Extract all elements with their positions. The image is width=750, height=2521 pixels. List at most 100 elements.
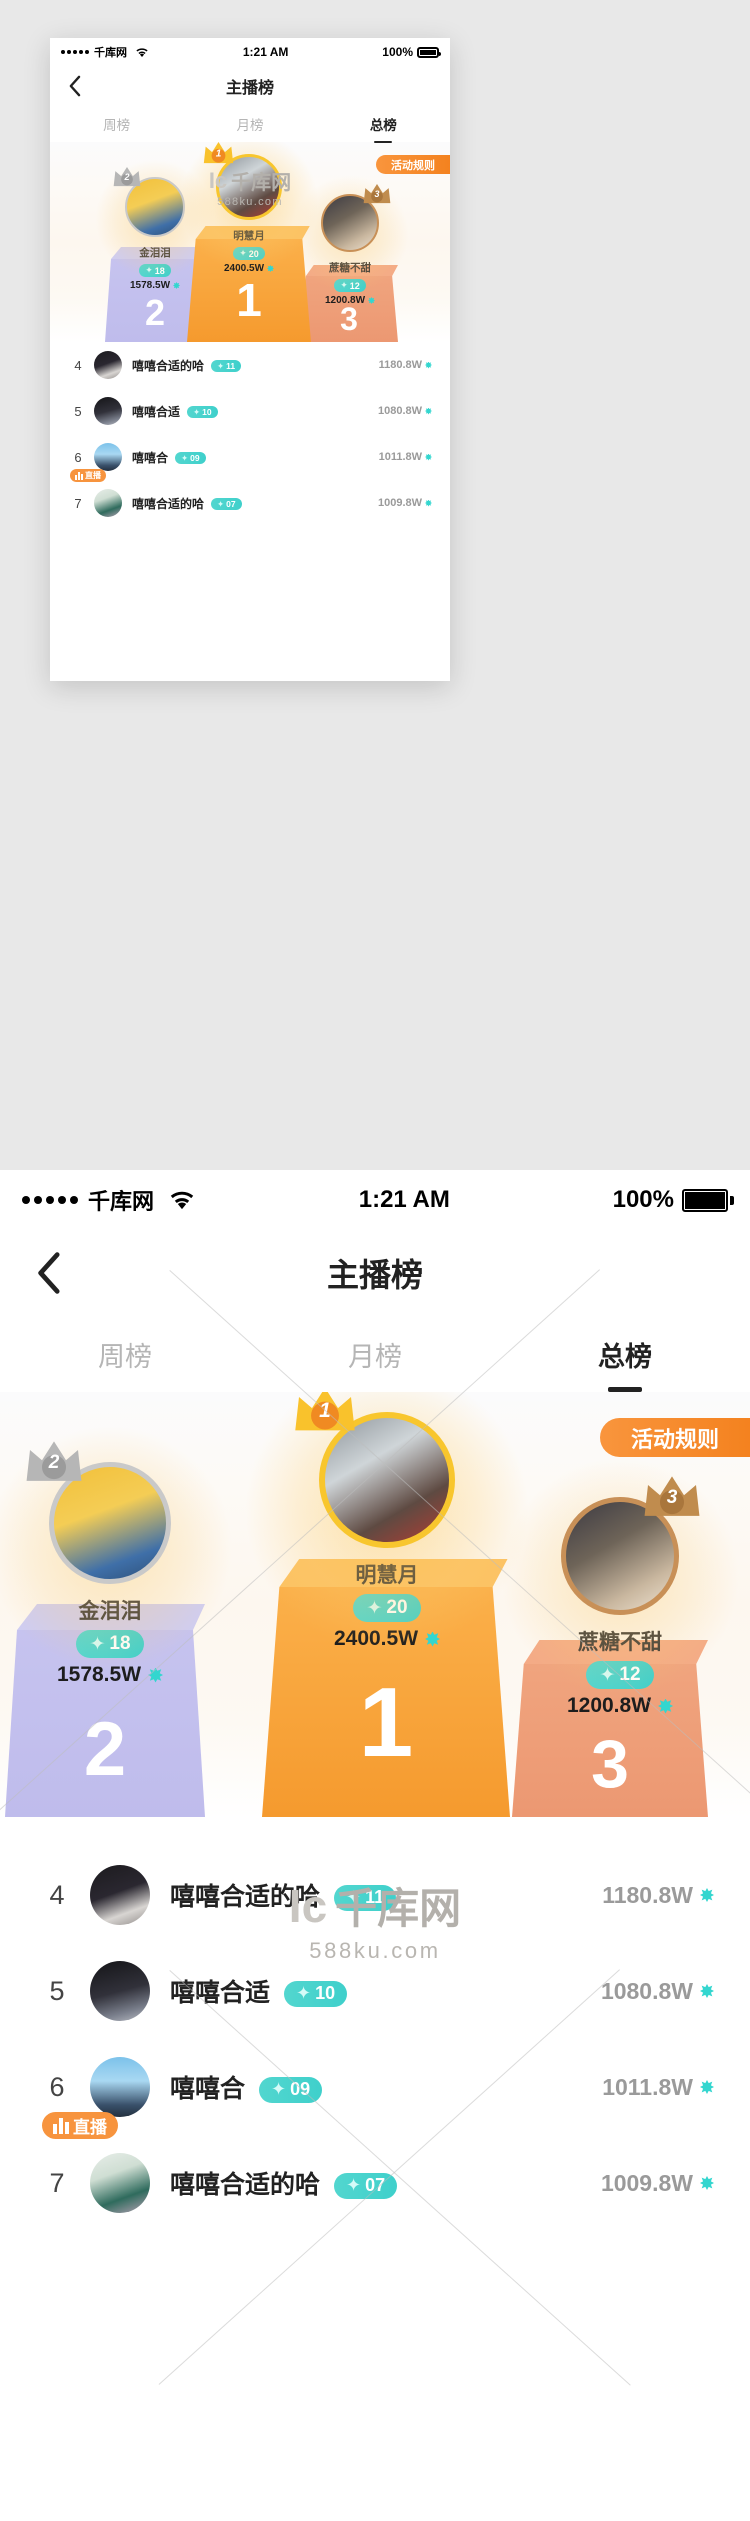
avatar[interactable]	[94, 351, 122, 379]
tab-total[interactable]: 总榜	[317, 114, 450, 143]
tab-active-underline	[374, 140, 393, 143]
ranking-list: 4 嘻嘻合适的哈 ✦ 11 1180.8W 5 嘻嘻合适 ✦ 10 1080.8W …	[0, 1817, 750, 2521]
tab-total-label: 总榜	[598, 1341, 652, 1372]
row-score: 1011.8W	[379, 451, 432, 463]
tab-bar: 周榜 月榜 总榜	[0, 1316, 750, 1392]
avatar-wrap-2[interactable]: 2	[26, 1441, 171, 1584]
phone-preview-large: 千库网 1:21 AM 100% 主播榜 周榜 月榜 总榜 活动规则 2 3 1…	[0, 1170, 750, 2521]
row-level: ✦ 11	[334, 1884, 397, 1911]
wifi-icon	[135, 47, 149, 58]
row-level: ✦ 11	[211, 360, 242, 372]
gem-icon	[425, 499, 432, 507]
avatar-wrap-1[interactable]: 1	[295, 1392, 455, 1548]
gem-icon	[700, 1984, 714, 1998]
gold-crown-icon: 1	[202, 142, 235, 166]
row-score: 1011.8W	[602, 2074, 714, 2101]
avatar[interactable]	[90, 2057, 150, 2117]
row-score: 1080.8W	[378, 405, 432, 417]
tab-month-label: 月榜	[348, 1341, 402, 1372]
back-button[interactable]	[60, 72, 88, 100]
sparkle-icon: ✦	[181, 452, 189, 463]
tab-month[interactable]: 月榜	[250, 1335, 500, 1374]
avatar[interactable]	[94, 489, 122, 517]
row-level-value: 09	[190, 453, 200, 463]
bronze-crown-icon: 3	[362, 182, 392, 206]
row-username: 嘻嘻合	[132, 450, 169, 465]
row-username: 嘻嘻合适的哈	[132, 496, 205, 511]
gem-icon	[173, 282, 181, 289]
row-rank: 5	[49, 1975, 65, 2006]
row-rank: 7	[49, 2167, 65, 2198]
table-row[interactable]: 6 直播 嘻嘻合 ✦ 09 1011.8W	[50, 434, 450, 482]
gem-icon	[148, 1667, 164, 1683]
tab-bar: 周榜 月榜 总榜	[50, 106, 450, 143]
sparkle-icon: ✦	[346, 1887, 362, 1907]
row-level-value: 10	[315, 1983, 336, 2003]
row-score-value: 1011.8W	[378, 451, 422, 463]
row-score-value: 1180.8W	[378, 359, 422, 371]
avatar[interactable]	[90, 2153, 150, 2213]
row-level-value: 07	[226, 499, 236, 509]
podium-winner-2: 2 金泪泪 ✦18 1578.5W	[0, 1425, 233, 1687]
activity-rule-button[interactable]: 活动规则	[376, 155, 450, 174]
status-bar-left: 千库网	[61, 44, 149, 60]
tab-total[interactable]: 总榜	[500, 1335, 750, 1392]
clock: 1:21 AM	[358, 1186, 450, 1213]
row-username: 嘻嘻合适的哈	[170, 2171, 321, 2199]
avatar[interactable]	[90, 1865, 150, 1925]
table-row[interactable]: 7 嘻嘻合适的哈 ✦ 07 1009.8W	[0, 2135, 750, 2231]
avatar[interactable]	[90, 1961, 150, 2021]
podium-winner-3: 3 蔗糖不甜 ✦12 1200.8W	[500, 1457, 740, 1718]
nav-bar: 主播榜	[50, 66, 450, 106]
table-row[interactable]: 7 嘻嘻合适的哈 ✦ 07 1009.8W	[50, 480, 450, 526]
tab-month-label: 月榜	[236, 118, 264, 133]
gem-icon	[368, 297, 376, 304]
status-bar: 千库网 1:21 AM 100%	[50, 38, 450, 66]
live-bars-icon	[53, 2117, 69, 2134]
page-title: 主播榜	[225, 80, 274, 97]
row-score-value: 1009.8W	[377, 497, 422, 509]
table-row[interactable]: 5 嘻嘻合适 ✦ 10 1080.8W	[50, 388, 450, 434]
avatar[interactable]	[94, 443, 122, 471]
gem-icon	[700, 2176, 714, 2190]
crown-rank-1: 1	[215, 148, 222, 160]
wifi-icon	[168, 1189, 196, 1211]
row-username: 嘻嘻合适的哈	[170, 1883, 321, 1911]
bronze-crown-icon: 3	[641, 1473, 703, 1521]
avatar[interactable]	[94, 397, 122, 425]
activity-rule-button[interactable]: 活动规则	[600, 1418, 750, 1457]
tab-week[interactable]: 周榜	[50, 114, 183, 134]
row-score-value: 1080.8W	[377, 405, 422, 417]
sparkle-icon: ✦	[271, 2079, 287, 2099]
signal-dots-icon	[61, 50, 91, 54]
avatar-wrap-1[interactable]: 1	[203, 142, 282, 220]
table-row[interactable]: 5 嘻嘻合适 ✦ 10 1080.8W	[0, 1943, 750, 2039]
row-rank: 6	[49, 2071, 65, 2102]
table-row[interactable]: 4 嘻嘻合适的哈 ✦ 11 1180.8W	[50, 342, 450, 388]
tab-month[interactable]: 月榜	[183, 114, 316, 134]
table-row[interactable]: 4 嘻嘻合适的哈 ✦ 11 1180.8W	[0, 1847, 750, 1943]
tab-week-label: 周榜	[98, 1341, 152, 1372]
gem-icon	[700, 1888, 714, 1902]
row-score: 1180.8W	[602, 1882, 714, 1909]
sparkle-icon: ✦	[217, 498, 225, 509]
row-username: 嘻嘻合适	[132, 404, 181, 419]
row-rank: 4	[49, 1879, 65, 1910]
tab-week[interactable]: 周榜	[0, 1335, 250, 1374]
table-row[interactable]: 6 直播 嘻嘻合 ✦ 09 1011.8W	[0, 2039, 750, 2139]
sparkle-icon: ✦	[346, 2175, 362, 2195]
crown-rank-3: 3	[374, 189, 380, 200]
row-level: ✦ 09	[175, 452, 206, 464]
back-button[interactable]	[20, 1245, 76, 1301]
row-level: ✦ 07	[211, 498, 242, 510]
pedestal-1-rank: 1	[236, 273, 262, 326]
row-score-value: 1009.8W	[600, 2169, 693, 2196]
avatar-wrap-3[interactable]: 3	[561, 1476, 700, 1615]
signal-dots-icon	[22, 1196, 82, 1204]
sparkle-icon: ✦	[296, 1983, 312, 2003]
tab-week-label: 周榜	[103, 118, 131, 133]
row-score-value: 1080.8W	[600, 1977, 693, 2004]
avatar-wrap-3[interactable]: 3	[321, 184, 391, 252]
avatar-wrap-2[interactable]: 2	[113, 167, 185, 237]
phone-preview-small: 千库网 1:21 AM 100% 主播榜 周榜 月榜 总榜 活动规则 2 3 1…	[50, 38, 450, 681]
